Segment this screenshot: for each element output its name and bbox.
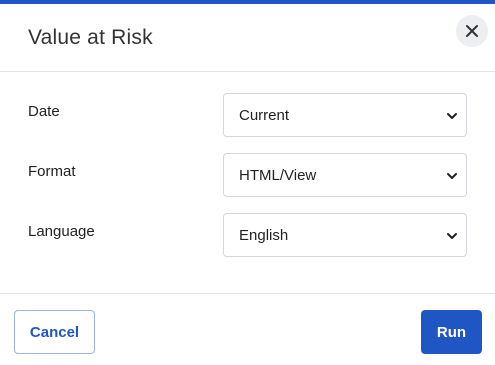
language-select[interactable]: English — [223, 213, 467, 257]
dialog-header: Value at Risk — [0, 4, 495, 72]
date-row: Date Current — [0, 93, 495, 137]
chevron-down-icon — [446, 110, 458, 122]
date-select[interactable]: Current — [223, 93, 467, 137]
cancel-button[interactable]: Cancel — [14, 310, 95, 354]
language-label: Language — [28, 223, 95, 240]
chevron-down-icon — [446, 170, 458, 182]
run-button[interactable]: Run — [421, 310, 482, 354]
format-label: Format — [28, 163, 76, 180]
format-select[interactable]: HTML/View — [223, 153, 467, 197]
format-row: Format HTML/View — [0, 153, 495, 197]
date-select-value: Current — [239, 107, 290, 124]
dialog-title: Value at Risk — [28, 26, 153, 49]
language-select-value: English — [239, 227, 289, 244]
date-label: Date — [28, 103, 60, 120]
dialog-footer: Cancel Run — [0, 293, 495, 365]
format-select-value: HTML/View — [239, 167, 317, 184]
value-at-risk-dialog: Value at Risk Date Current Format HTML/V… — [0, 0, 495, 365]
chevron-down-icon — [446, 230, 458, 242]
close-icon — [465, 24, 479, 38]
language-row: Language English — [0, 213, 495, 257]
close-button[interactable] — [456, 15, 488, 47]
